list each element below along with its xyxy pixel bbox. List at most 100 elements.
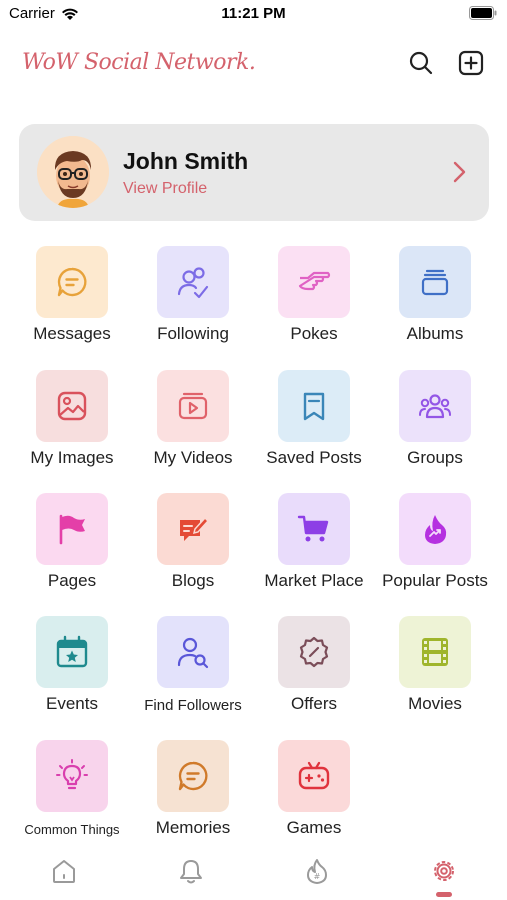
blog-icon — [180, 516, 210, 541]
menu-label-popular-posts: Popular Posts — [382, 571, 488, 590]
view-profile-link[interactable]: View Profile — [123, 180, 207, 198]
flag-icon — [59, 514, 85, 545]
cart-icon — [297, 515, 329, 542]
menu-item-blogs[interactable]: Blogs — [130, 493, 256, 603]
menu-tile — [157, 246, 229, 318]
status-bar: Carrier 11:21 PM — [0, 0, 507, 28]
menu-item-albums[interactable]: Albums — [372, 246, 498, 356]
menu-item-my-images[interactable]: My Images — [9, 370, 135, 480]
film-icon — [422, 638, 448, 666]
menu-item-saved-posts[interactable]: Saved Posts — [251, 370, 377, 480]
groups-icon — [419, 394, 451, 419]
profile-name: John Smith — [123, 148, 249, 174]
message-icon — [57, 267, 87, 297]
menu-label-memories: Memories — [155, 818, 231, 837]
poke-icon — [298, 271, 331, 291]
menu-label-movies: Movies — [408, 694, 462, 713]
profile-card[interactable]: John Smith View Profile — [19, 124, 489, 221]
menu-label-offers: Offers — [291, 694, 337, 713]
tab-trending[interactable]: # — [302, 856, 332, 886]
following-icon — [177, 267, 209, 299]
svg-text:#: # — [314, 872, 321, 881]
menu-item-find-followers[interactable]: Find Followers — [130, 616, 256, 726]
bulb-icon — [56, 759, 88, 790]
tab-settings[interactable] — [429, 856, 459, 886]
menu-item-games[interactable]: Games — [251, 740, 377, 850]
menu-tile — [36, 246, 108, 318]
menu-item-memories[interactable]: Memories — [130, 740, 256, 850]
menu-item-my-videos[interactable]: My Videos — [130, 370, 256, 480]
video-icon — [178, 392, 208, 420]
menu-tile — [157, 493, 229, 565]
menu-label-common-things: Common Things — [24, 822, 120, 837]
chevron-right-icon — [453, 161, 466, 183]
app-logo: WoW Social Network. — [22, 50, 256, 75]
gamepad-icon — [298, 761, 330, 790]
menu-label-messages: Messages — [33, 324, 111, 343]
tab-home[interactable] — [49, 856, 79, 886]
status-time: 11:21 PM — [221, 5, 286, 22]
active-tab-indicator — [436, 892, 452, 897]
menu-item-common-things[interactable]: Common Things — [9, 740, 135, 850]
settings-icon — [434, 861, 454, 881]
menu-tile — [399, 616, 471, 688]
add-square-icon — [458, 50, 484, 76]
menu-label-albums: Albums — [406, 324, 464, 343]
menu-tile — [278, 740, 350, 812]
menu-label-blogs: Blogs — [171, 571, 215, 590]
menu-label-following: Following — [157, 324, 229, 343]
menu-item-events[interactable]: Events — [9, 616, 135, 726]
search-button[interactable] — [406, 48, 436, 78]
menu-tile — [399, 246, 471, 318]
menu-tile — [157, 370, 229, 442]
menu-tile — [36, 616, 108, 688]
trending-icon: # — [307, 859, 327, 884]
menu-item-pages[interactable]: Pages — [9, 493, 135, 603]
battery-icon — [469, 6, 497, 20]
menu-label-market-place: Market Place — [264, 571, 364, 590]
menu-item-offers[interactable]: Offers — [251, 616, 377, 726]
menu-item-groups[interactable]: Groups — [372, 370, 498, 480]
menu-label-my-images: My Images — [30, 448, 114, 467]
menu-label-find-followers: Find Followers — [144, 697, 242, 714]
menu-label-pokes: Pokes — [290, 324, 338, 343]
tab-notifications[interactable] — [176, 856, 206, 886]
calendar-icon — [56, 635, 88, 668]
bookmark-icon — [303, 392, 325, 421]
app-header: WoW Social Network. — [0, 40, 507, 90]
avatar-illustration — [37, 136, 109, 208]
menu-tile — [399, 370, 471, 442]
menu-label-pages: Pages — [47, 571, 97, 590]
add-post-button[interactable] — [456, 48, 486, 78]
menu-tile — [399, 493, 471, 565]
image-icon — [57, 391, 87, 421]
find-user-icon — [177, 637, 209, 669]
tab-bar: # — [0, 850, 507, 900]
menu-tile — [278, 370, 350, 442]
menu-item-following[interactable]: Following — [130, 246, 256, 356]
menu-item-pokes[interactable]: Pokes — [251, 246, 377, 356]
menu-tile — [36, 493, 108, 565]
menu-tile — [36, 740, 108, 812]
menu-label-my-videos: My Videos — [153, 448, 233, 467]
menu-label-groups: Groups — [407, 448, 463, 467]
menu-label-games: Games — [286, 818, 342, 837]
album-icon — [421, 269, 449, 296]
menu-tile — [278, 246, 350, 318]
menu-label-events: Events — [46, 694, 98, 713]
menu-item-popular-posts[interactable]: Popular Posts — [372, 493, 498, 603]
fire-icon — [425, 515, 447, 544]
menu-item-movies[interactable]: Movies — [372, 616, 498, 726]
menu-label-saved-posts: Saved Posts — [266, 448, 362, 467]
home-icon — [53, 860, 75, 883]
bell-icon — [180, 860, 202, 884]
menu-tile — [36, 370, 108, 442]
menu-tile — [157, 616, 229, 688]
memory-icon — [178, 761, 208, 791]
menu-tile — [278, 616, 350, 688]
menu-item-messages[interactable]: Messages — [9, 246, 135, 356]
menu-item-market-place[interactable]: Market Place — [251, 493, 377, 603]
offer-icon — [299, 636, 329, 668]
search-icon — [409, 51, 433, 75]
menu-tile — [157, 740, 229, 812]
